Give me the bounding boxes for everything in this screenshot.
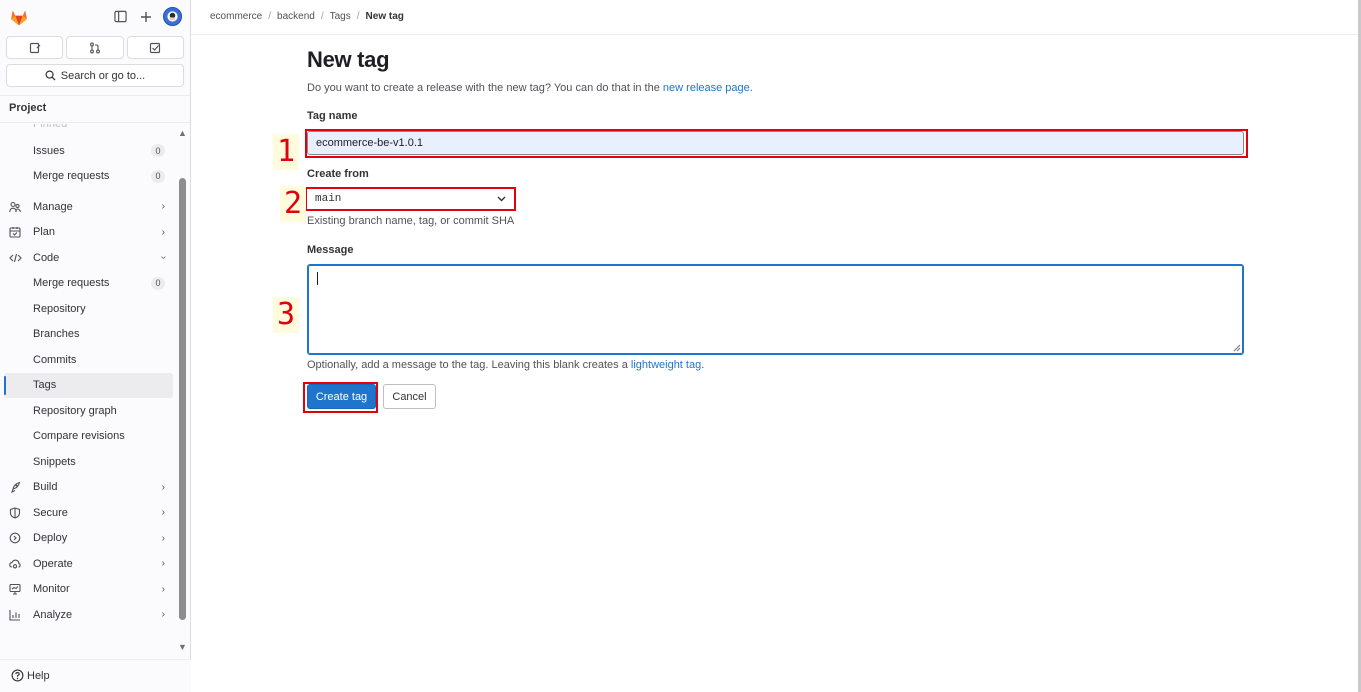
plus-icon[interactable] [137,8,155,26]
chevron-down-icon: › [157,256,169,260]
create-from-value: main [315,193,342,205]
chevron-right-icon: › [161,532,165,544]
create-from-hint: Existing branch name, tag, or commit SHA [307,215,515,227]
sidebar-item-merge-requests-pinned[interactable]: Merge requests 0 [0,164,191,190]
create-from-label: Create from [307,168,369,180]
sidebar-item-commits[interactable]: Commits [0,347,191,373]
sidebar-item-snippets[interactable]: Snippets [0,449,191,475]
sidebar-item-repository-graph[interactable]: Repository graph [0,398,191,424]
help-icon [11,669,24,682]
create-from-dropdown[interactable]: main [307,189,514,209]
calendar-icon [9,226,23,238]
sidebar-item-monitor[interactable]: Monitor › [0,577,191,603]
scrollbar-thumb[interactable] [179,178,186,620]
tag-name-label: Tag name [307,110,358,122]
sidebar-header [0,0,190,34]
deploy-icon [9,532,23,544]
chevron-right-icon: › [161,609,165,621]
code-icon [9,252,23,264]
sidebar-item-issues[interactable]: Issues 0 [0,138,191,164]
sidebar-item-secure[interactable]: Secure › [0,500,191,526]
quick-actions [0,36,190,59]
annotation-number-3: 3 [273,297,299,333]
page-title: New tag [307,47,390,72]
breadcrumb-item-tags[interactable]: Tags [330,11,351,22]
chevron-right-icon: › [161,558,165,570]
intro-text: Do you want to create a release with the… [307,82,753,94]
todo-icon [150,42,161,53]
sidebar-item-operate[interactable]: Operate › [0,551,191,577]
scroll-up-icon[interactable]: ▲ [178,128,187,138]
search-icon [45,70,56,81]
issues-quick-button[interactable] [6,36,64,59]
search-label: Search or go to... [60,69,146,82]
sidebar-item-build[interactable]: Build › [0,475,191,501]
breadcrumb-separator: / [320,11,324,22]
sidebar-item-analyze[interactable]: Analyze › [0,602,191,628]
header-divider [191,34,1358,35]
merge-requests-quick-button[interactable] [66,36,124,59]
sidebar-item-compare-revisions[interactable]: Compare revisions [0,424,191,450]
message-textarea[interactable] [307,264,1244,355]
user-avatar[interactable] [163,7,182,26]
count-badge: 0 [151,144,165,158]
annotation-number-1: 1 [273,134,299,170]
sidebar: Search or go to... Project Pinned Issues… [0,0,191,692]
help-button[interactable]: Help [11,669,50,682]
chart-icon [9,609,23,621]
chevron-right-icon: › [161,226,165,238]
breadcrumb-separator: / [356,11,360,22]
cancel-button[interactable]: Cancel [383,384,436,409]
cloud-gear-icon [9,558,23,570]
count-badge: 0 [151,276,165,290]
tag-name-input[interactable]: ecommerce-be-v1.0.1 [307,131,1244,155]
issues-icon [29,42,41,53]
sidebar-item-repository[interactable]: Repository [0,296,191,322]
sidebar-section-title: Project [0,95,190,123]
breadcrumb-item-group[interactable]: ecommerce [210,11,262,22]
todo-quick-button[interactable] [126,36,184,59]
search-button[interactable]: Search or go to... [6,64,184,87]
message-label: Message [307,244,354,256]
count-badge: 0 [151,169,165,183]
sidebar-item-branches[interactable]: Branches [0,322,191,348]
sidebar-item-merge-requests[interactable]: Merge requests 0 [0,271,191,297]
new-release-page-link[interactable]: new release page [663,82,750,94]
create-tag-button[interactable]: Create tag [307,384,376,409]
shield-icon [9,507,23,519]
gitlab-logo-icon[interactable] [9,7,29,27]
pinned-section-label: Pinned [33,124,68,130]
scroll-down-icon[interactable]: ▼ [178,642,187,652]
new-tag-form: New tag Do you want to create a release … [303,47,1248,413]
sidebar-scrollbar[interactable]: ▲ ▼ [177,128,188,656]
chevron-right-icon: › [161,201,165,213]
breadcrumb-item-current[interactable]: New tag [366,11,404,22]
users-icon [9,201,23,213]
sidebar-item-deploy[interactable]: Deploy › [0,526,191,552]
lightweight-tag-link[interactable]: lightweight tag [631,359,701,371]
chevron-down-icon [497,196,506,202]
breadcrumb-separator: / [268,11,272,22]
sidebar-item-tags[interactable]: Tags [4,372,173,398]
resize-handle-icon[interactable] [1233,344,1241,352]
merge-request-icon [90,42,100,53]
chevron-right-icon: › [161,481,165,493]
sidebar-nav: Pinned Issues 0 Merge requests 0 Manage … [0,124,191,659]
sidebar-footer: Help [0,659,191,692]
rocket-icon [9,481,23,494]
sidebar-item-manage[interactable]: Manage › [0,194,191,220]
breadcrumb-item-project[interactable]: backend [277,11,315,22]
sidebar-item-plan[interactable]: Plan › [0,220,191,246]
text-caret [317,272,318,285]
annotation-number-2: 2 [280,186,306,222]
breadcrumb: ecommerce / backend / Tags / New tag [210,11,404,22]
message-hint: Optionally, add a message to the tag. Le… [307,359,705,371]
monitor-icon [9,583,23,595]
main-content: ecommerce / backend / Tags / New tag New… [191,0,1358,692]
chevron-right-icon: › [161,583,165,595]
chevron-right-icon: › [161,507,165,519]
sidebar-item-code[interactable]: Code › [0,245,191,271]
toggle-sidebar-icon[interactable] [111,8,129,26]
